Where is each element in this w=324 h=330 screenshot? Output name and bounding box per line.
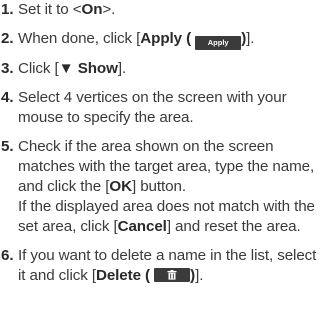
step-number: 3. xyxy=(1,60,14,77)
apply-button-icon: Apply xyxy=(195,36,242,50)
step-text: Click [ xyxy=(18,60,59,77)
step-2: 2. When done, click [Apply ( Apply)]. xyxy=(0,29,324,50)
step-5: 5. Check if the area shown on the screen… xyxy=(0,137,324,237)
steps-list: 1. Set it to <On>. 2. When done, click [… xyxy=(0,0,324,286)
apply-button-label: Apply xyxy=(207,38,229,47)
step-text-end: ]. xyxy=(117,60,127,77)
step-4: 4. Select 4 vertices on the screen with … xyxy=(0,88,324,128)
step-text-end: ]. xyxy=(246,30,255,47)
step-bold-line2: Cancel xyxy=(117,218,167,235)
step-text: Set it to < xyxy=(18,1,82,18)
step-text-end: >. xyxy=(102,1,116,18)
step-number: 6. xyxy=(1,247,14,264)
step-bold: ▼ Show xyxy=(58,60,118,77)
step-1: 1. Set it to <On>. xyxy=(0,0,324,20)
step-3: 3. Click [▼ Show]. xyxy=(0,59,324,79)
step-6: 6. If you want to delete a name in the l… xyxy=(0,246,324,286)
step-text: When done, click [ xyxy=(18,30,141,47)
step-number: 5. xyxy=(1,138,14,155)
step-number: 2. xyxy=(1,30,14,47)
step-text-end: ] button. xyxy=(131,178,186,195)
step-text-end: ]. xyxy=(195,267,204,284)
step-bold: OK xyxy=(109,178,132,195)
step-bold: On xyxy=(81,1,103,18)
step-text: Select 4 vertices on the screen with you… xyxy=(18,89,287,126)
trash-icon xyxy=(167,270,177,280)
instruction-document: 1. Set it to <On>. 2. When done, click [… xyxy=(0,0,324,330)
step-text-line2-end: ] and reset the area. xyxy=(166,218,301,235)
step-bold: Apply ( xyxy=(140,30,192,47)
step-number: 1. xyxy=(1,1,14,18)
step-bold: Delete ( xyxy=(95,267,151,284)
delete-button-icon xyxy=(154,268,191,282)
step-number: 4. xyxy=(1,89,14,106)
